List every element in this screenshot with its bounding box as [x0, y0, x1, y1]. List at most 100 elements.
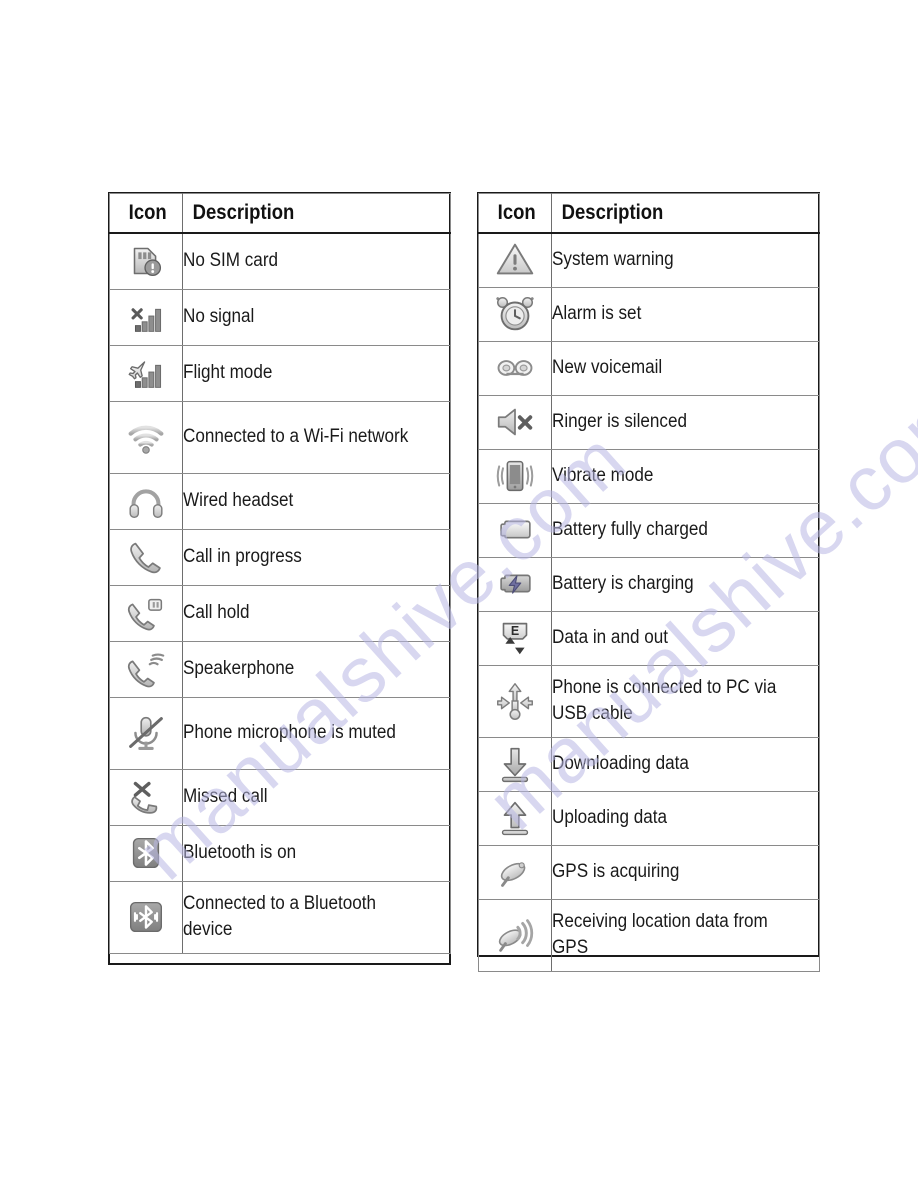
description-text: Phone microphone is muted [183, 722, 396, 743]
header-cell-description: Description [182, 193, 451, 234]
icon-cell [109, 472, 183, 530]
table-row: System warning [478, 232, 820, 288]
table-row: GPS is acquiring [478, 844, 820, 900]
description-text: Wired headset [183, 490, 294, 511]
description-cell: Call in progress [182, 528, 451, 586]
downloading-data-icon [492, 741, 538, 787]
table-row: Wired headset [109, 472, 451, 530]
description-text: Battery fully charged [552, 519, 708, 540]
icon-cell [478, 448, 552, 504]
flight-mode-icon [123, 350, 169, 396]
table-row: Phone is connected to PC via USB cable [478, 664, 820, 738]
description-text: Call hold [183, 602, 250, 623]
speakerphone-icon [123, 646, 169, 692]
uploading-data-icon [492, 795, 538, 841]
description-cell: No signal [182, 288, 451, 346]
header-cell-icon: Icon [109, 193, 183, 234]
description-text: Data in and out [552, 627, 668, 648]
table-row: Battery fully charged [478, 502, 820, 558]
description-cell: Wired headset [182, 472, 451, 530]
description-cell: New voicemail [551, 340, 820, 396]
icon-cell [478, 556, 552, 612]
description-cell: Speakerphone [182, 640, 451, 698]
no-signal-icon [123, 294, 169, 340]
new-voicemail-icon [492, 345, 538, 391]
missed-call-icon [123, 774, 169, 820]
icon-cell [478, 790, 552, 846]
table-row: No SIM card [109, 232, 451, 290]
icon-cell [109, 400, 183, 474]
table-row: Missed call [109, 768, 451, 826]
description-text: Speakerphone [183, 658, 295, 679]
alarm-set-icon [492, 291, 538, 337]
bluetooth-on-icon [123, 830, 169, 876]
icon-cell [109, 528, 183, 586]
description-cell: Downloading data [551, 736, 820, 792]
table-row: Battery is charging [478, 556, 820, 612]
call-in-progress-icon [123, 534, 169, 580]
table-row: Alarm is set [478, 286, 820, 342]
table-row: Connected to a Wi-Fi network [109, 400, 451, 474]
table-row: Vibrate mode [478, 448, 820, 504]
description-text: GPS is acquiring [552, 861, 680, 882]
wired-headset-icon [123, 478, 169, 524]
description-cell: No SIM card [182, 232, 451, 290]
icon-cell [478, 736, 552, 792]
icon-cell [109, 880, 183, 954]
table-row: Speakerphone [109, 640, 451, 698]
icon-cell [478, 898, 552, 972]
description-text: Connected to a Bluetooth device [183, 893, 376, 940]
table-row: Flight mode [109, 344, 451, 402]
description-cell: Vibrate mode [551, 448, 820, 504]
description-cell: Phone microphone is muted [182, 696, 451, 770]
table-row: Downloading data [478, 736, 820, 792]
description-text: No signal [183, 306, 255, 327]
header-label-icon: Icon [128, 201, 167, 224]
description-cell: Connected to a Bluetooth device [182, 880, 451, 954]
header-label-icon: Icon [497, 201, 536, 224]
description-cell: Uploading data [551, 790, 820, 846]
battery-full-icon [492, 507, 538, 553]
data-in-and-out-icon: E [492, 615, 538, 661]
icon-cell [478, 286, 552, 342]
ringer-silenced-icon [492, 399, 538, 445]
icon-cell [109, 288, 183, 346]
description-text: Phone is connected to PC via USB cable [552, 677, 777, 724]
description-text: System warning [552, 249, 674, 271]
icon-cell [478, 232, 552, 288]
description-cell: Call hold [182, 584, 451, 642]
description-text: New voicemail [552, 357, 663, 378]
table-row: Call in progress [109, 528, 451, 586]
table-row: No signal [109, 288, 451, 346]
description-text: Call in progress [183, 546, 302, 567]
table-row: Call hold [109, 584, 451, 642]
icon-cell [109, 584, 183, 642]
header-cell-description: Description [551, 193, 820, 234]
vibrate-mode-icon [492, 453, 538, 499]
description-cell: Phone is connected to PC via USB cable [551, 664, 820, 738]
icon-cell [478, 664, 552, 738]
icon-cell [109, 768, 183, 826]
battery-charging-icon [492, 561, 538, 607]
call-hold-icon [123, 590, 169, 636]
header-cell-icon: Icon [478, 193, 552, 234]
description-text: Ringer is silenced [552, 411, 687, 432]
icon-legend-table-right: Icon Description System warning Alarm is … [478, 193, 820, 972]
description-cell: Receiving location data from GPS [551, 898, 820, 972]
table-row: Receiving location data from GPS [478, 898, 820, 972]
gps-acquiring-icon [492, 849, 538, 895]
description-cell: Alarm is set [551, 286, 820, 342]
icon-cell [109, 640, 183, 698]
description-text: Battery is charging [552, 573, 694, 594]
icon-cell [478, 502, 552, 558]
header-label-description: Description [192, 201, 295, 224]
microphone-muted-icon [123, 710, 169, 756]
description-text: Flight mode [183, 362, 273, 383]
table-row: Phone microphone is muted [109, 696, 451, 770]
icon-cell [109, 344, 183, 402]
manual-page: Icon Description No SIM card No signal Fli… [0, 0, 918, 1188]
description-text: Bluetooth is on [183, 842, 297, 863]
description-text: Missed call [183, 786, 268, 807]
description-text: Vibrate mode [552, 465, 654, 486]
table-row: Ringer is silenced [478, 394, 820, 450]
